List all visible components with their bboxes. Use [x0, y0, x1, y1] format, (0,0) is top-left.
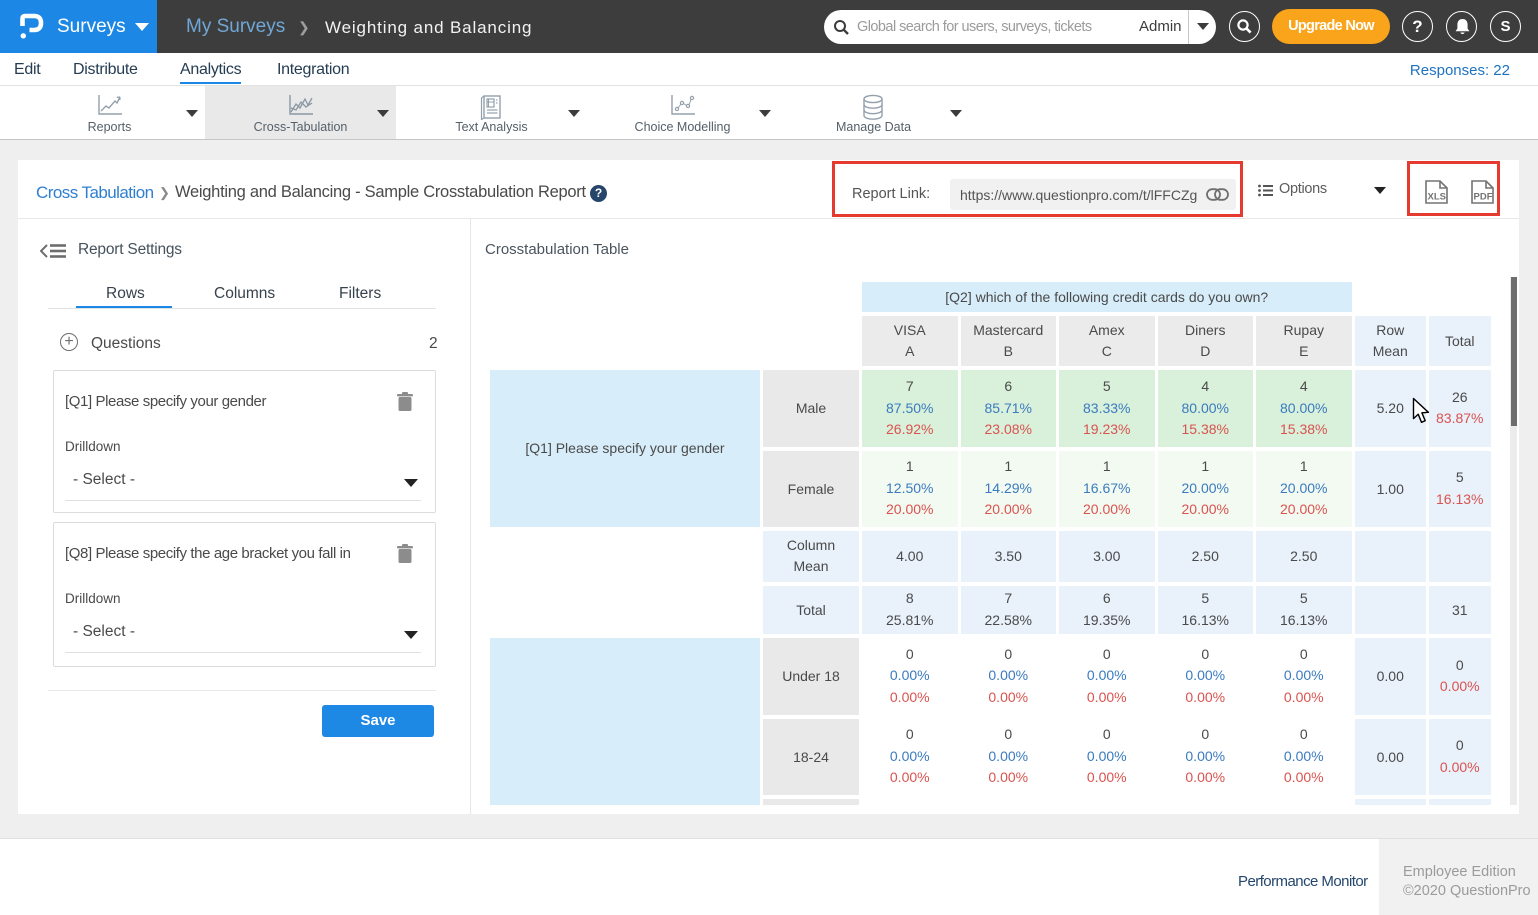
svg-text:PDF: PDF [1474, 192, 1493, 203]
svg-text:XLS: XLS [1428, 192, 1446, 203]
